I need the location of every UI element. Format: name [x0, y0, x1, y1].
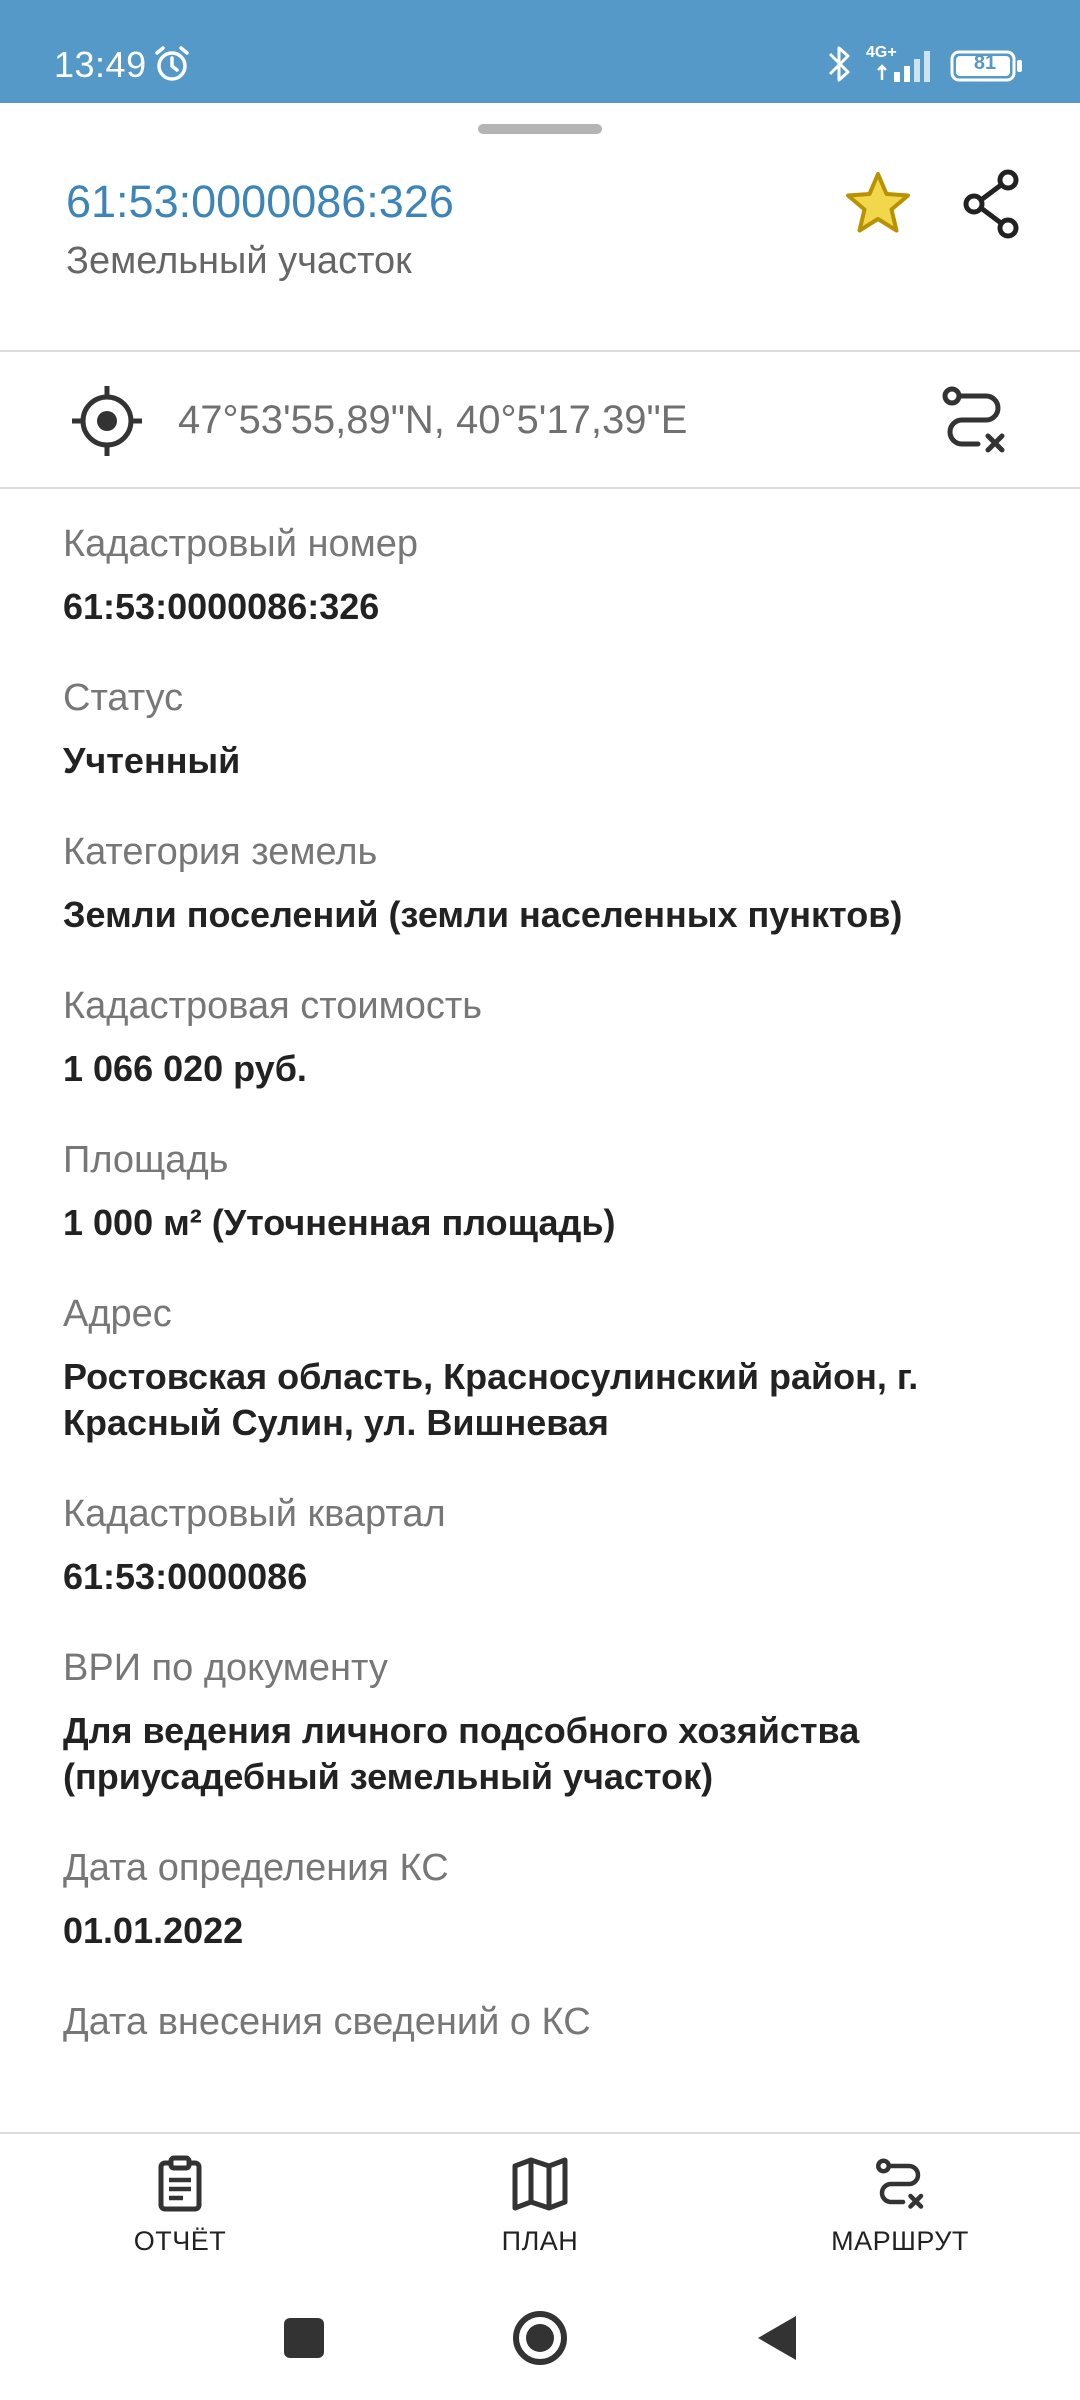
field-address: Адрес Ростовская область, Красносулински…: [63, 1290, 1023, 1446]
back-icon[interactable]: [740, 2302, 812, 2374]
alarm-icon: [155, 46, 189, 81]
my-location-icon[interactable]: [70, 384, 144, 458]
share-icon[interactable]: [952, 164, 1032, 244]
bluetooth-icon: [828, 46, 850, 82]
clipboard-icon: [158, 2155, 202, 2212]
status-bar: 13:49 4G+ 81: [0, 0, 1080, 103]
nav-route-label: МАРШРУТ: [831, 2226, 969, 2256]
field-cadastral-block: Кадастровый квартал 61:53:0000086: [63, 1490, 1023, 1600]
field-value[interactable]: 01.01.2022: [63, 1908, 1023, 1954]
field-label: Адрес: [63, 1293, 172, 1335]
nav-report-label: ОТЧЁТ: [133, 2226, 227, 2256]
field-valuation-entry-date: Дата внесения сведений о КС: [63, 1998, 1023, 2046]
home-icon[interactable]: [504, 2302, 576, 2374]
field-area: Площадь 1 000 м² (Уточненная площадь): [63, 1136, 1023, 1246]
nav-report-button[interactable]: ОТЧЁТ: [70, 2154, 290, 2274]
field-label: Дата внесения сведений о КС: [63, 2001, 591, 2043]
field-value[interactable]: Земли поселений (земли населенных пункто…: [63, 892, 1023, 938]
parcel-type: Земельный участок: [66, 240, 412, 282]
coords-divider: [0, 487, 1080, 489]
signal-icon: [877, 51, 930, 82]
field-status: Статус Учтенный: [63, 674, 1023, 784]
field-label: Статус: [63, 677, 184, 719]
field-label: Кадастровый квартал: [63, 1493, 446, 1535]
field-label: Дата определения КС: [63, 1847, 449, 1889]
field-label: Кадастровый номер: [63, 523, 419, 565]
route-clear-icon: [876, 2158, 924, 2209]
field-cadastral-number: Кадастровый номер 61:53:0000086:326: [63, 520, 1023, 630]
nav-route-button[interactable]: МАРШРУТ: [790, 2154, 1010, 2274]
drag-handle[interactable]: [478, 124, 602, 134]
recent-apps-icon[interactable]: [268, 2302, 340, 2374]
field-permitted-use: ВРИ по документу Для ведения личного под…: [63, 1644, 1023, 1800]
field-value[interactable]: 61:53:0000086: [63, 1554, 1023, 1600]
field-valuation-date: Дата определения КС 01.01.2022: [63, 1844, 1023, 1954]
parcel-title: 61:53:0000086:326: [66, 176, 454, 227]
field-value[interactable]: 1 066 020 руб.: [63, 1046, 1023, 1092]
status-time: 13:49: [54, 44, 147, 85]
map-icon: [512, 2157, 568, 2211]
field-value[interactable]: 61:53:0000086:326: [63, 584, 1023, 630]
route-clear-icon[interactable]: [934, 380, 1014, 460]
favorite-star-icon[interactable]: [838, 164, 918, 244]
field-label: ВРИ по документу: [63, 1647, 388, 1689]
battery-level: 81: [973, 52, 997, 74]
parcel-info-list: Кадастровый номер 61:53:0000086:326 Стат…: [63, 520, 1023, 2132]
coordinates-text[interactable]: 47°53'55,89"N, 40°5'17,39"E: [178, 398, 687, 443]
system-nav-bar: [0, 2282, 1080, 2400]
bottom-nav: ОТЧЁТ ПЛАН МАРШРУТ: [0, 2132, 1080, 2282]
field-label: Категория земель: [63, 831, 378, 873]
field-land-category: Категория земель Земли поселений (земли …: [63, 828, 1023, 938]
field-value[interactable]: Учтенный: [63, 738, 1023, 784]
field-label: Кадастровая стоимость: [63, 985, 483, 1027]
field-value[interactable]: Ростовская область, Красносулинский райо…: [63, 1354, 1023, 1446]
nav-plan-button[interactable]: ПЛАН: [430, 2154, 650, 2274]
field-value[interactable]: Для ведения личного подсобного хозяйства…: [63, 1708, 1023, 1800]
field-value[interactable]: 1 000 м² (Уточненная площадь): [63, 1200, 1023, 1246]
header-divider: [0, 350, 1080, 352]
field-label: Площадь: [63, 1139, 229, 1181]
field-cadastral-value: Кадастровая стоимость 1 066 020 руб.: [63, 982, 1023, 1092]
nav-plan-label: ПЛАН: [501, 2226, 579, 2256]
